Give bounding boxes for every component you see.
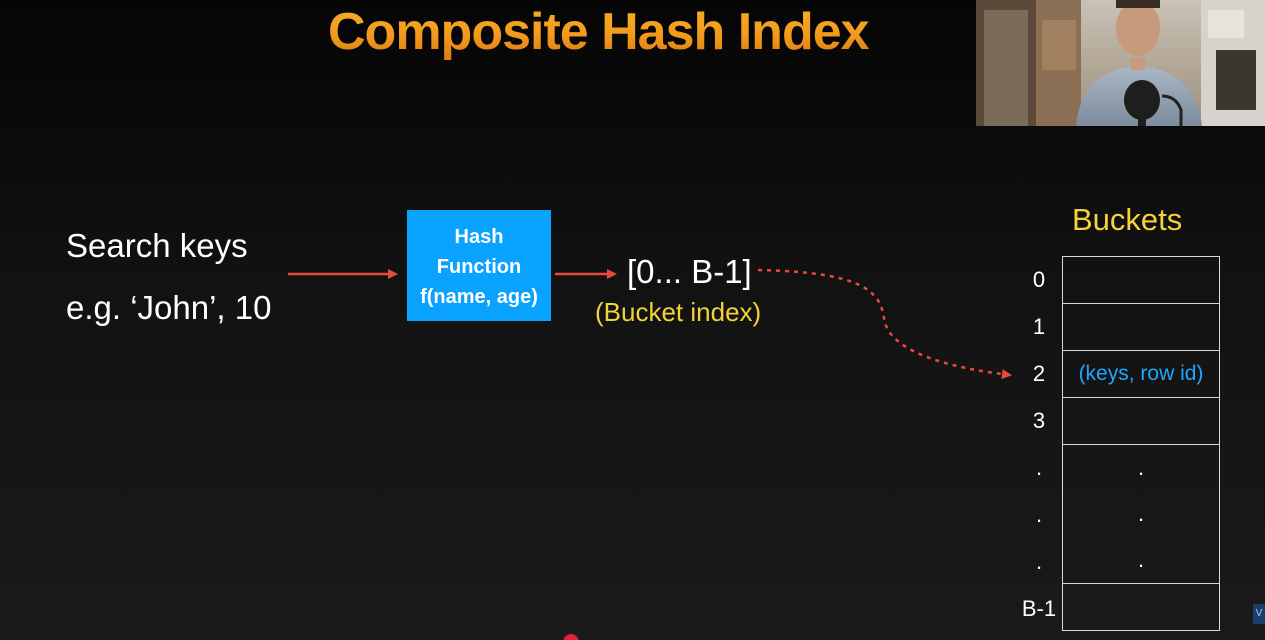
bucket-label: 1 bbox=[1032, 313, 1046, 339]
bucket-row bbox=[1063, 257, 1219, 304]
buckets-table: (keys, row id) . . . bbox=[1062, 256, 1220, 631]
bucket-content-ellipsis: . bbox=[1137, 501, 1145, 526]
search-keys-label: Search keys bbox=[66, 227, 248, 264]
bucket-label-ellipsis: . bbox=[1035, 501, 1043, 527]
bucket-label-ellipsis: . bbox=[1035, 454, 1043, 480]
bucket-label: 3 bbox=[1032, 407, 1046, 433]
corner-badge-icon: V bbox=[1253, 604, 1265, 624]
bucket-row-ellipsis: . bbox=[1063, 491, 1219, 537]
slide-title: Composite Hash Index bbox=[328, 3, 870, 61]
bucket-label-ellipsis: . bbox=[1035, 548, 1043, 574]
bucket-row-ellipsis: . bbox=[1063, 537, 1219, 584]
bucket-index-column: 0 1 2 3 . . . B-1 bbox=[1016, 256, 1062, 632]
presenter-video-icon bbox=[976, 0, 1265, 126]
bucket-row-ellipsis: . bbox=[1063, 445, 1219, 491]
hash-function-box: Hash Function f(name, age) bbox=[407, 210, 551, 321]
bucket-content-ellipsis: . bbox=[1137, 547, 1145, 572]
progress-marker-icon bbox=[563, 634, 579, 640]
hash-function-line2: Function bbox=[436, 255, 522, 278]
bucket-row bbox=[1063, 584, 1219, 631]
bucket-label: B-1 bbox=[1021, 595, 1057, 621]
bucket-content-keys-row-id: (keys, row id) bbox=[1078, 362, 1204, 385]
bucket-row: (keys, row id) bbox=[1063, 351, 1219, 398]
bucket-row bbox=[1063, 398, 1219, 445]
presenter-webcam bbox=[976, 0, 1265, 126]
bucket-label: 0 bbox=[1032, 266, 1046, 292]
bucket-content-ellipsis: . bbox=[1137, 455, 1145, 480]
bucket-index-label: (Bucket index) bbox=[595, 297, 762, 327]
bucket-row bbox=[1063, 304, 1219, 351]
bucket-label: 2 bbox=[1032, 360, 1046, 386]
arrow-range-to-bucket bbox=[757, 268, 1012, 380]
slide: Composite Hash Index Search keys e.g. ‘J… bbox=[0, 0, 1265, 640]
bucket-range-label: [0... B-1] bbox=[627, 253, 752, 290]
search-keys-example: e.g. ‘John’, 10 bbox=[66, 289, 272, 326]
hash-function-line3: f(name, age) bbox=[420, 285, 538, 308]
buckets-title: Buckets bbox=[1072, 202, 1183, 237]
hash-function-line1: Hash bbox=[454, 225, 504, 248]
